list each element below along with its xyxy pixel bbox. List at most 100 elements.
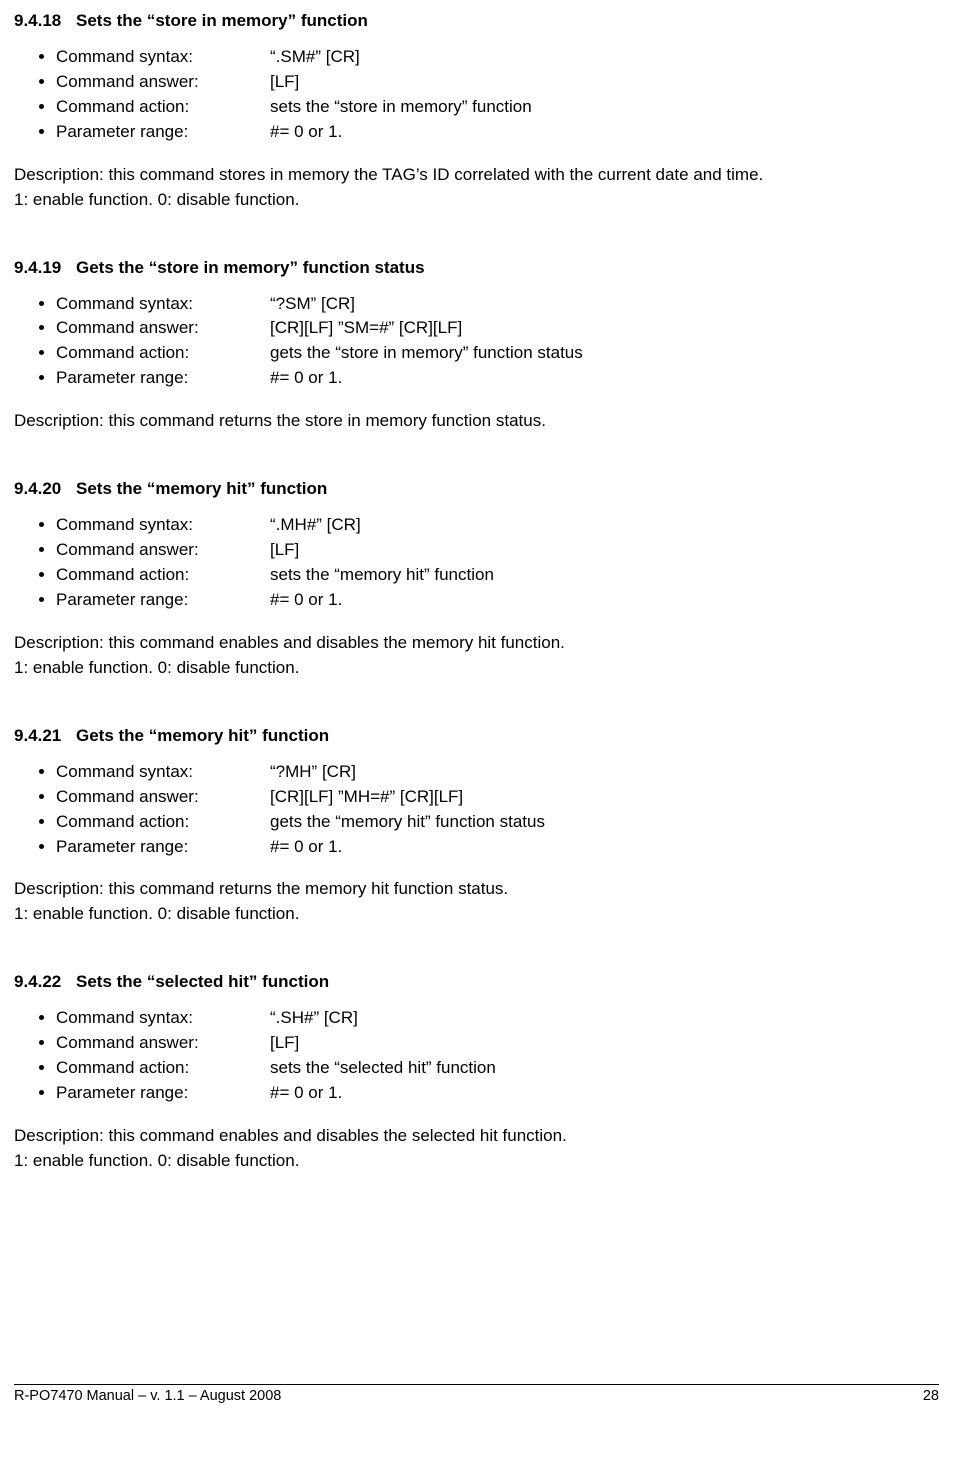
description-line: 1: enable function. 0: disable function.: [14, 1149, 939, 1174]
parameter-range-label: Parameter range:: [56, 589, 270, 612]
page-footer: R-PO7470 Manual – v. 1.1 – August 2008 2…: [14, 1384, 939, 1407]
description-line: Description: this command stores in memo…: [14, 163, 939, 188]
section-number: 9.4.22: [14, 971, 76, 994]
section-number: 9.4.21: [14, 725, 76, 748]
parameter-range-label: Parameter range:: [56, 1082, 270, 1105]
parameter-list: Command syntax:“?SM” [CR]Command answer:…: [14, 292, 939, 392]
doc-section: 9.4.18Sets the “store in memory” functio…: [14, 10, 939, 213]
command-answer-value: [LF]: [270, 71, 299, 94]
doc-section: 9.4.19Gets the “store in memory” functio…: [14, 257, 939, 435]
command-syntax-label: Command syntax:: [56, 1007, 270, 1030]
command-answer-label: Command answer:: [56, 786, 270, 809]
command-action-item: Command action:gets the “store in memory…: [56, 341, 939, 366]
command-syntax-value: “?SM” [CR]: [270, 293, 355, 316]
command-answer-value: [LF]: [270, 539, 299, 562]
command-action-value: sets the “memory hit” function: [270, 564, 494, 587]
command-action-item: Command action:sets the “memory hit” fun…: [56, 563, 939, 588]
command-action-label: Command action:: [56, 811, 270, 834]
page-body: 9.4.18Sets the “store in memory” functio…: [14, 10, 939, 1174]
section-heading: 9.4.18Sets the “store in memory” functio…: [14, 10, 939, 33]
footer-page-number: 28: [923, 1387, 939, 1407]
parameter-range-label: Parameter range:: [56, 367, 270, 390]
description-block: Description: this command enables and di…: [14, 1124, 939, 1174]
description-line: 1: enable function. 0: disable function.: [14, 188, 939, 213]
command-action-value: gets the “memory hit” function status: [270, 811, 545, 834]
description-block: Description: this command returns the st…: [14, 409, 939, 434]
doc-section: 9.4.21Gets the “memory hit” function Comm…: [14, 725, 939, 928]
command-action-item: Command action:gets the “memory hit” fun…: [56, 810, 939, 835]
parameter-range-label: Parameter range:: [56, 836, 270, 859]
command-answer-value: [CR][LF] ”SM=#” [CR][LF]: [270, 317, 462, 340]
command-action-item: Command action:sets the “store in memory…: [56, 95, 939, 120]
command-syntax-value: “.SM#” [CR]: [270, 46, 360, 69]
command-action-label: Command action:: [56, 564, 270, 587]
command-answer-value: [LF]: [270, 1032, 299, 1055]
command-answer-item: Command answer:[LF]: [56, 70, 939, 95]
command-answer-label: Command answer:: [56, 71, 270, 94]
command-syntax-item: Command syntax:“.SH#” [CR]: [56, 1006, 939, 1031]
command-answer-label: Command answer:: [56, 317, 270, 340]
description-block: Description: this command stores in memo…: [14, 163, 939, 213]
footer-left: R-PO7470 Manual – v. 1.1 – August 2008: [14, 1387, 281, 1407]
description-line: 1: enable function. 0: disable function.: [14, 902, 939, 927]
command-syntax-value: “?MH” [CR]: [270, 761, 356, 784]
parameter-range-item: Parameter range:#= 0 or 1.: [56, 835, 939, 860]
command-syntax-item: Command syntax:“.SM#” [CR]: [56, 45, 939, 70]
section-title: Gets the “memory hit” function: [76, 725, 329, 748]
parameter-list: Command syntax:“.SH#” [CR]Command answer…: [14, 1006, 939, 1106]
parameter-range-item: Parameter range:#= 0 or 1.: [56, 588, 939, 613]
parameter-range-item: Parameter range:#= 0 or 1.: [56, 1081, 939, 1106]
section-number: 9.4.18: [14, 10, 76, 33]
parameter-list: Command syntax:“.SM#” [CR]Command answer…: [14, 45, 939, 145]
command-action-value: sets the “selected hit” function: [270, 1057, 496, 1080]
command-syntax-value: “.MH#” [CR]: [270, 514, 361, 537]
description-block: Description: this command returns the me…: [14, 877, 939, 927]
section-title: Sets the “memory hit” function: [76, 478, 327, 501]
section-number: 9.4.19: [14, 257, 76, 280]
description-line: Description: this command returns the me…: [14, 877, 939, 902]
parameter-range-item: Parameter range:#= 0 or 1.: [56, 120, 939, 145]
parameter-range-value: #= 0 or 1.: [270, 121, 342, 144]
command-answer-item: Command answer:[CR][LF] ”SM=#” [CR][LF]: [56, 316, 939, 341]
description-block: Description: this command enables and di…: [14, 631, 939, 681]
section-title: Sets the “store in memory” function: [76, 10, 368, 33]
command-answer-item: Command answer:[LF]: [56, 1031, 939, 1056]
parameter-range-item: Parameter range:#= 0 or 1.: [56, 366, 939, 391]
command-syntax-label: Command syntax:: [56, 46, 270, 69]
description-line: 1: enable function. 0: disable function.: [14, 656, 939, 681]
section-heading: 9.4.20Sets the “memory hit” function: [14, 478, 939, 501]
command-syntax-item: Command syntax:“.MH#” [CR]: [56, 513, 939, 538]
parameter-list: Command syntax:“.MH#” [CR]Command answer…: [14, 513, 939, 613]
command-action-value: gets the “store in memory” function stat…: [270, 342, 583, 365]
description-line: Description: this command returns the st…: [14, 409, 939, 434]
command-syntax-item: Command syntax:“?MH” [CR]: [56, 760, 939, 785]
command-syntax-value: “.SH#” [CR]: [270, 1007, 358, 1030]
description-line: Description: this command enables and di…: [14, 1124, 939, 1149]
description-line: Description: this command enables and di…: [14, 631, 939, 656]
command-answer-item: Command answer:[LF]: [56, 538, 939, 563]
command-syntax-item: Command syntax:“?SM” [CR]: [56, 292, 939, 317]
parameter-range-value: #= 0 or 1.: [270, 836, 342, 859]
section-title: Gets the “store in memory” function stat…: [76, 257, 425, 280]
section-number: 9.4.20: [14, 478, 76, 501]
parameter-range-value: #= 0 or 1.: [270, 367, 342, 390]
command-answer-label: Command answer:: [56, 1032, 270, 1055]
command-syntax-label: Command syntax:: [56, 761, 270, 784]
command-answer-value: [CR][LF] ”MH=#” [CR][LF]: [270, 786, 463, 809]
command-action-item: Command action:sets the “selected hit” f…: [56, 1056, 939, 1081]
section-heading: 9.4.21Gets the “memory hit” function: [14, 725, 939, 748]
section-heading: 9.4.19Gets the “store in memory” functio…: [14, 257, 939, 280]
command-answer-label: Command answer:: [56, 539, 270, 562]
command-action-value: sets the “store in memory” function: [270, 96, 532, 119]
command-action-label: Command action:: [56, 342, 270, 365]
section-heading: 9.4.22Sets the “selected hit” function: [14, 971, 939, 994]
parameter-range-label: Parameter range:: [56, 121, 270, 144]
command-action-label: Command action:: [56, 96, 270, 119]
command-action-label: Command action:: [56, 1057, 270, 1080]
doc-section: 9.4.22Sets the “selected hit” function Co…: [14, 971, 939, 1174]
doc-section: 9.4.20Sets the “memory hit” function Comm…: [14, 478, 939, 681]
section-title: Sets the “selected hit” function: [76, 971, 329, 994]
parameter-list: Command syntax:“?MH” [CR]Command answer:…: [14, 760, 939, 860]
parameter-range-value: #= 0 or 1.: [270, 589, 342, 612]
command-syntax-label: Command syntax:: [56, 293, 270, 316]
